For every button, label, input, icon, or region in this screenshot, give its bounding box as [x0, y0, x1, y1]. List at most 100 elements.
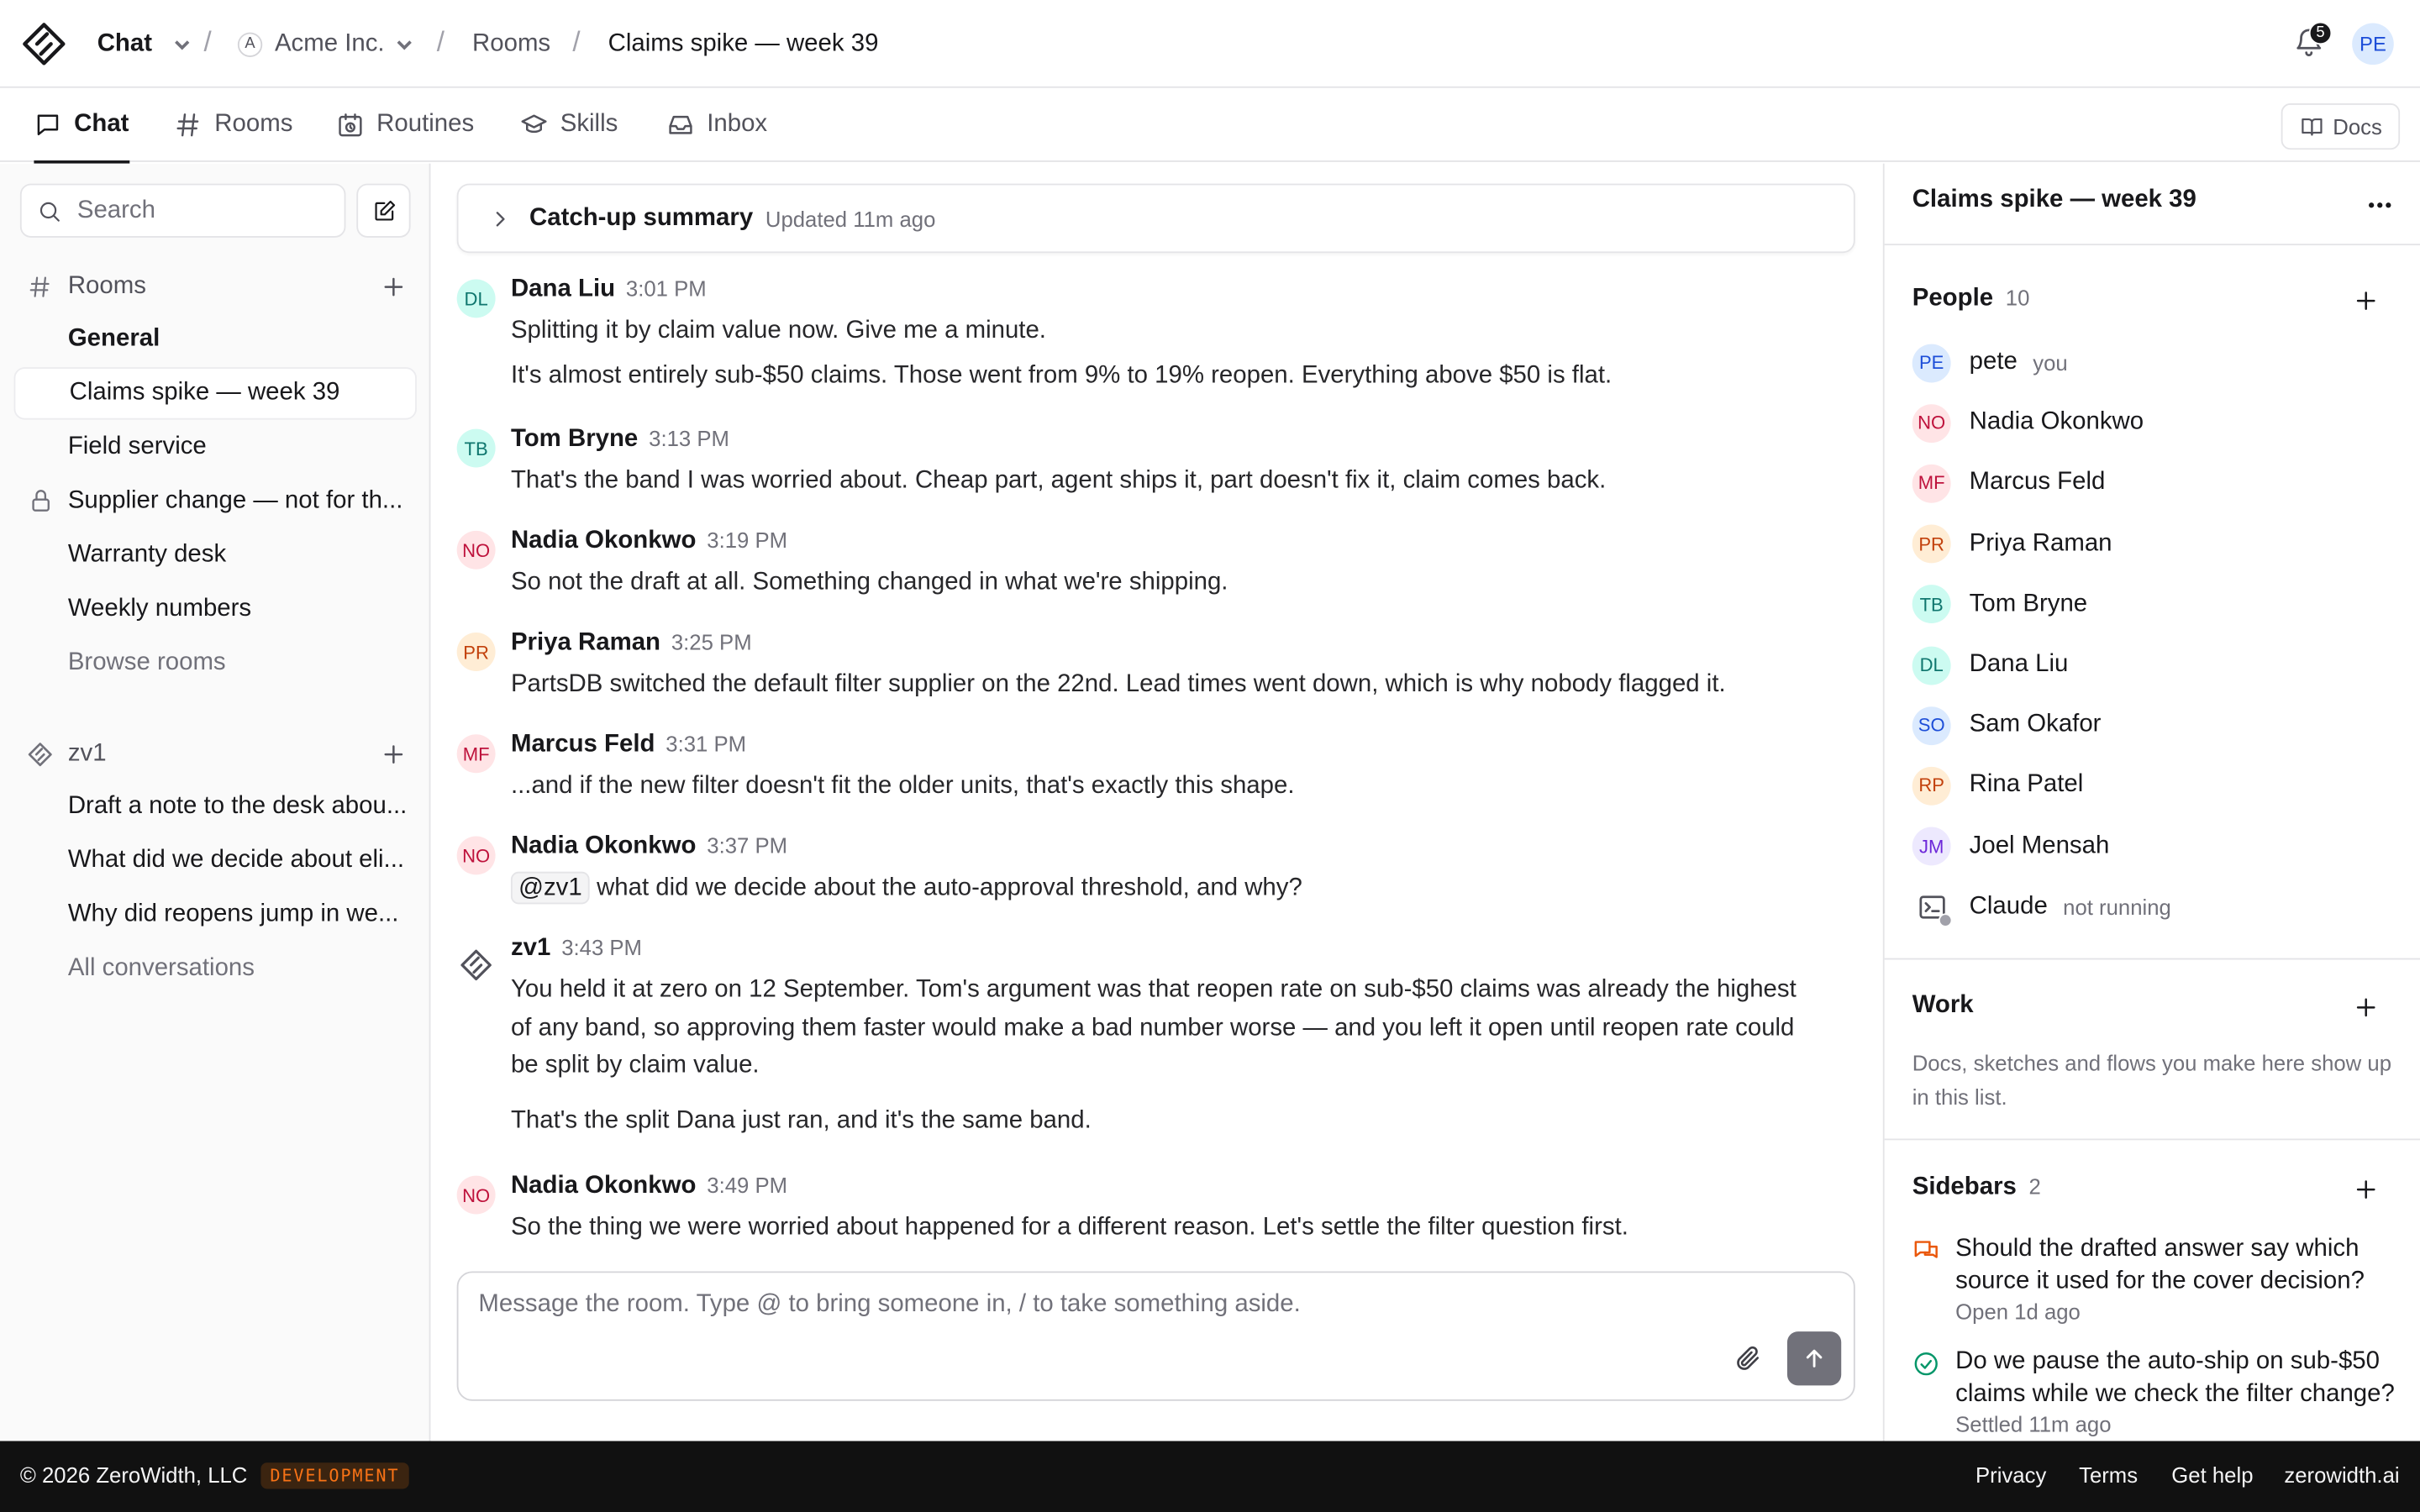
person-name: pete	[1969, 349, 2018, 375]
message-text: @zv1 what did we decide about the auto-a…	[510, 870, 1839, 908]
people-count: 10	[2005, 285, 2030, 311]
app-switcher[interactable]: Chat	[97, 0, 192, 88]
message-author[interactable]: Marcus Feld	[511, 732, 655, 759]
tab-label: Routines	[376, 111, 475, 138]
tab-label: Inbox	[707, 111, 768, 138]
copyright: © 2026 ZeroWidth, LLC	[19, 1462, 248, 1488]
add-sidebar-icon[interactable]	[2352, 1176, 2380, 1204]
divider	[1884, 1138, 2420, 1141]
avatar[interactable]: MF	[456, 734, 496, 774]
person-row[interactable]: PR Priya Raman	[1912, 524, 2112, 564]
org-switcher[interactable]: A Acme Inc.	[237, 0, 415, 88]
add-work-icon[interactable]	[2352, 994, 2380, 1021]
avatar[interactable]: PR	[456, 633, 496, 671]
avatar: PR	[1912, 524, 1951, 564]
search-icon	[39, 201, 60, 221]
sidebar-item-general[interactable]: General	[14, 313, 417, 365]
browse-rooms-link[interactable]: Browse rooms	[14, 638, 417, 690]
footer-link-privacy[interactable]: Privacy	[1975, 1462, 2046, 1487]
app-logo-icon[interactable]	[22, 22, 66, 66]
sidebar-item-weekly-numbers[interactable]: Weekly numbers	[14, 583, 417, 635]
agent-logo-icon	[457, 946, 496, 984]
avatar[interactable]: DL	[456, 279, 496, 318]
tab-rooms[interactable]: Rooms	[175, 88, 293, 162]
new-conversation-button[interactable]	[356, 183, 411, 238]
message-text: You held it at zero on 12 September. Tom…	[510, 976, 1797, 1079]
person-row[interactable]: SO Sam Okafor	[1912, 706, 2101, 746]
footer-link-site[interactable]: zerowidth.ai	[2284, 1462, 2399, 1487]
message-input[interactable]	[478, 1291, 1713, 1338]
avatar[interactable]: NO	[456, 1175, 496, 1215]
all-conversations-link[interactable]: All conversations	[14, 942, 417, 995]
sidebar-item-field-service[interactable]: Field service	[14, 421, 417, 473]
sidebar-thread-title: Should the drafted answer say which sour…	[1955, 1236, 2365, 1294]
user-avatar[interactable]: PE	[2352, 23, 2394, 66]
avatar[interactable]: NO	[456, 530, 496, 570]
tab-skills[interactable]: Skills	[520, 88, 618, 162]
conversation-item[interactable]: What did we decide about eli...	[14, 835, 417, 887]
agent-heading: zv1	[67, 740, 107, 767]
avatar[interactable]: TB	[456, 428, 496, 468]
footer-link-terms[interactable]: Terms	[2079, 1462, 2138, 1487]
avatar: TB	[1912, 585, 1951, 624]
message-author[interactable]: zv1	[511, 935, 550, 963]
add-person-icon[interactable]	[2352, 287, 2380, 315]
person-row[interactable]: PE pete you	[1912, 343, 2068, 383]
docs-button[interactable]: Docs	[2281, 103, 2401, 150]
paperclip-icon[interactable]	[1733, 1344, 1763, 1373]
person-row[interactable]: DL Dana Liu	[1912, 645, 2068, 685]
message-text: ...and if the new filter doesn't fit the…	[510, 773, 1295, 800]
sidebar-item-label: Field service	[67, 433, 207, 460]
message-author[interactable]: Nadia Okonkwo	[511, 833, 696, 861]
calendar-clock-icon	[339, 113, 362, 137]
person-row[interactable]: JM Joel Mensah	[1912, 827, 2109, 867]
sidebar-item-supplier-change[interactable]: Supplier change — not for th...	[14, 475, 417, 528]
message-author[interactable]: Dana Liu	[511, 276, 615, 304]
sidebar-item-warranty-desk[interactable]: Warranty desk	[14, 529, 417, 581]
person-row[interactable]: RP Rina Patel	[1912, 766, 2083, 806]
tab-inbox[interactable]: Inbox	[666, 88, 767, 162]
sidebar-item-claims-spike[interactable]: Claims spike — week 39	[13, 367, 417, 420]
message-time: 3:19 PM	[707, 528, 788, 553]
person-row[interactable]: NO Nadia Okonkwo	[1912, 403, 2144, 444]
docs-label: Docs	[2333, 113, 2382, 139]
more-options-icon[interactable]	[2368, 201, 2392, 210]
catch-up-summary-bar[interactable]: Catch-up summary Updated 11m ago	[456, 183, 1855, 254]
inbox-icon	[669, 115, 692, 134]
add-conversation-icon[interactable]	[380, 741, 408, 769]
avatar[interactable]: NO	[456, 836, 496, 875]
book-icon	[2301, 118, 2322, 136]
person-name: Claude	[1969, 893, 2048, 920]
message-author[interactable]: Nadia Okonkwo	[511, 1173, 696, 1200]
conversation-item[interactable]: Why did reopens jump in we...	[14, 889, 417, 941]
message-time: 3:43 PM	[561, 935, 642, 960]
search-input[interactable]	[76, 197, 324, 225]
tab-label: Rooms	[214, 111, 293, 138]
lock-icon	[32, 490, 50, 512]
message-author[interactable]: Tom Bryne	[511, 426, 638, 454]
summary-updated: Updated 11m ago	[765, 206, 936, 231]
mention-chip[interactable]: @zv1	[510, 871, 590, 905]
message-author[interactable]: Priya Raman	[511, 629, 660, 657]
avatar: NO	[1912, 403, 1951, 443]
hash-icon	[176, 113, 199, 137]
person-name: Tom Bryne	[1969, 591, 2088, 617]
notification-count-badge: 5	[2308, 21, 2333, 45]
conversation-item[interactable]: Draft a note to the desk abou...	[14, 780, 417, 832]
graduation-cap-icon	[521, 114, 547, 134]
send-button[interactable]	[1786, 1331, 1842, 1386]
search-box[interactable]	[19, 183, 346, 238]
message-text-content: what did we decide about the auto-approv…	[597, 874, 1302, 901]
chat-bubbles-icon	[1914, 1241, 1938, 1258]
breadcrumb-rooms[interactable]: Rooms	[472, 0, 550, 88]
footer: © 2026 ZeroWidth, LLC DEVELOPMENT Privac…	[0, 1441, 2420, 1512]
message-author[interactable]: Nadia Okonkwo	[511, 528, 696, 555]
message-time: 3:31 PM	[666, 731, 747, 757]
footer-link-get-help[interactable]: Get help	[2171, 1462, 2253, 1487]
add-room-icon[interactable]	[380, 273, 408, 301]
person-row[interactable]: Claude not running	[1912, 887, 2171, 928]
person-row[interactable]: MF Marcus Feld	[1912, 464, 2105, 504]
tab-routines[interactable]: Routines	[336, 88, 474, 162]
person-row[interactable]: TB Tom Bryne	[1912, 585, 2087, 625]
tab-chat[interactable]: Chat	[34, 88, 129, 164]
